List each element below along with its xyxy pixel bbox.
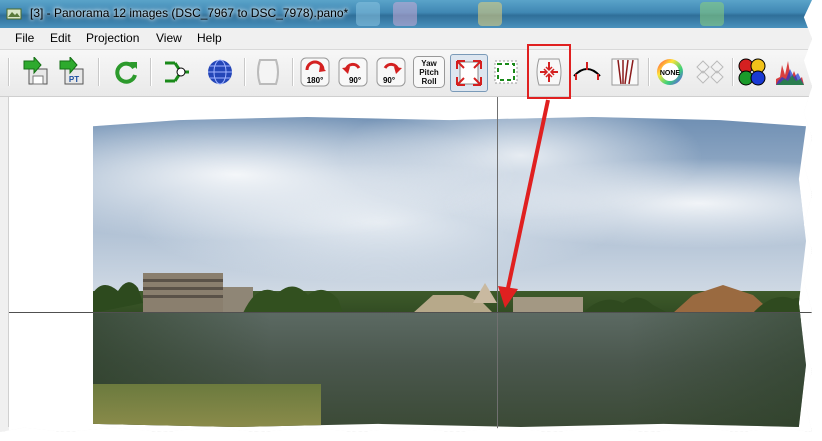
toolbar-separator (292, 58, 294, 86)
vertical-guide-line (497, 97, 498, 432)
rotate-cw-label: 90° (383, 76, 395, 85)
rotate-ccw-90-icon: 90° (338, 57, 368, 87)
rotate-cw-90-icon: 90° (376, 57, 406, 87)
color-none-button[interactable]: NONE (654, 56, 686, 88)
taskbar-thumbnail (356, 2, 380, 26)
yaw-label: Yaw (421, 58, 437, 68)
export-pt-icon: PT (59, 57, 84, 85)
color-channels-button[interactable] (736, 56, 768, 88)
menu-edit[interactable]: Edit (50, 31, 71, 45)
histogram-icon (776, 61, 804, 85)
save-icon (23, 57, 48, 85)
rotate-180-label: 180° (307, 76, 324, 85)
toolbar: PT 180° 90° 90° Yaw Pitch Roll NONE (0, 50, 812, 97)
fit-panorama-button[interactable] (450, 54, 488, 92)
rotate-ccw-90-button[interactable]: 90° (337, 56, 369, 88)
fit-panorama-icon (456, 60, 482, 86)
rotate-ccw-label: 90° (349, 76, 361, 85)
yaw-pitch-roll-button[interactable]: Yaw Pitch Roll (413, 56, 445, 88)
panorama-image (93, 117, 806, 427)
blend-button[interactable] (694, 56, 726, 88)
color-channels-icon (738, 58, 766, 86)
toolbar-separator (98, 58, 100, 86)
pt-label: PT (69, 75, 79, 84)
vertical-lines-button[interactable] (609, 56, 641, 88)
frame-button[interactable] (252, 56, 284, 88)
toolbar-separator (732, 58, 734, 86)
menu-help[interactable]: Help (197, 31, 222, 45)
frame-disabled-icon (257, 59, 279, 85)
save-button[interactable] (20, 56, 52, 88)
sphere-preview-icon (208, 59, 232, 85)
color-none-icon: NONE (657, 59, 683, 85)
control-points-button[interactable] (160, 56, 192, 88)
toolbar-grip (8, 58, 10, 86)
sphere-preview-button[interactable] (204, 56, 236, 88)
taskbar-thumbnail (393, 2, 417, 26)
application-window: [3] - Panorama 12 images (DSC_7967 to DS… (0, 0, 812, 432)
horizontal-guide-line (9, 312, 812, 313)
toolbar-separator (648, 58, 650, 86)
landscape-silhouette (93, 272, 806, 313)
menu-bar: File Edit Projection View Help (0, 28, 812, 50)
toolbar-separator (244, 58, 246, 86)
none-label: NONE (660, 70, 681, 77)
window-title: [3] - Panorama 12 images (DSC_7967 to DS… (30, 6, 349, 20)
histogram-button[interactable] (774, 56, 806, 88)
rotate-180-icon: 180° (300, 57, 330, 87)
left-scroll-gutter (0, 97, 9, 427)
refresh-button[interactable] (110, 56, 142, 88)
toolbar-separator (150, 58, 152, 86)
grass-bank (93, 383, 322, 427)
straighten-button[interactable] (571, 56, 603, 88)
crop-button[interactable] (490, 56, 522, 88)
title-bar[interactable]: [3] - Panorama 12 images (DSC_7967 to DS… (0, 0, 812, 28)
refresh-icon (115, 61, 137, 84)
blend-disabled-icon (696, 60, 724, 84)
highlight-box (527, 44, 571, 99)
rotate-cw-90-button[interactable]: 90° (375, 56, 407, 88)
pitch-label: Pitch (419, 67, 439, 77)
control-points-icon (165, 61, 189, 83)
rotate-180-button[interactable]: 180° (299, 56, 331, 88)
app-icon (6, 8, 22, 20)
straighten-icon (573, 62, 601, 80)
menu-view[interactable]: View (156, 31, 182, 45)
crop-icon (494, 60, 518, 84)
export-pt-button[interactable]: PT (56, 56, 88, 88)
menu-file[interactable]: File (15, 31, 34, 45)
menu-projection[interactable]: Projection (86, 31, 139, 45)
roll-label: Roll (421, 76, 437, 86)
taskbar-thumbnail (478, 2, 502, 26)
taskbar-thumbnail (700, 2, 724, 26)
vertical-lines-icon (611, 58, 639, 86)
panorama-preview-canvas[interactable] (9, 97, 812, 432)
